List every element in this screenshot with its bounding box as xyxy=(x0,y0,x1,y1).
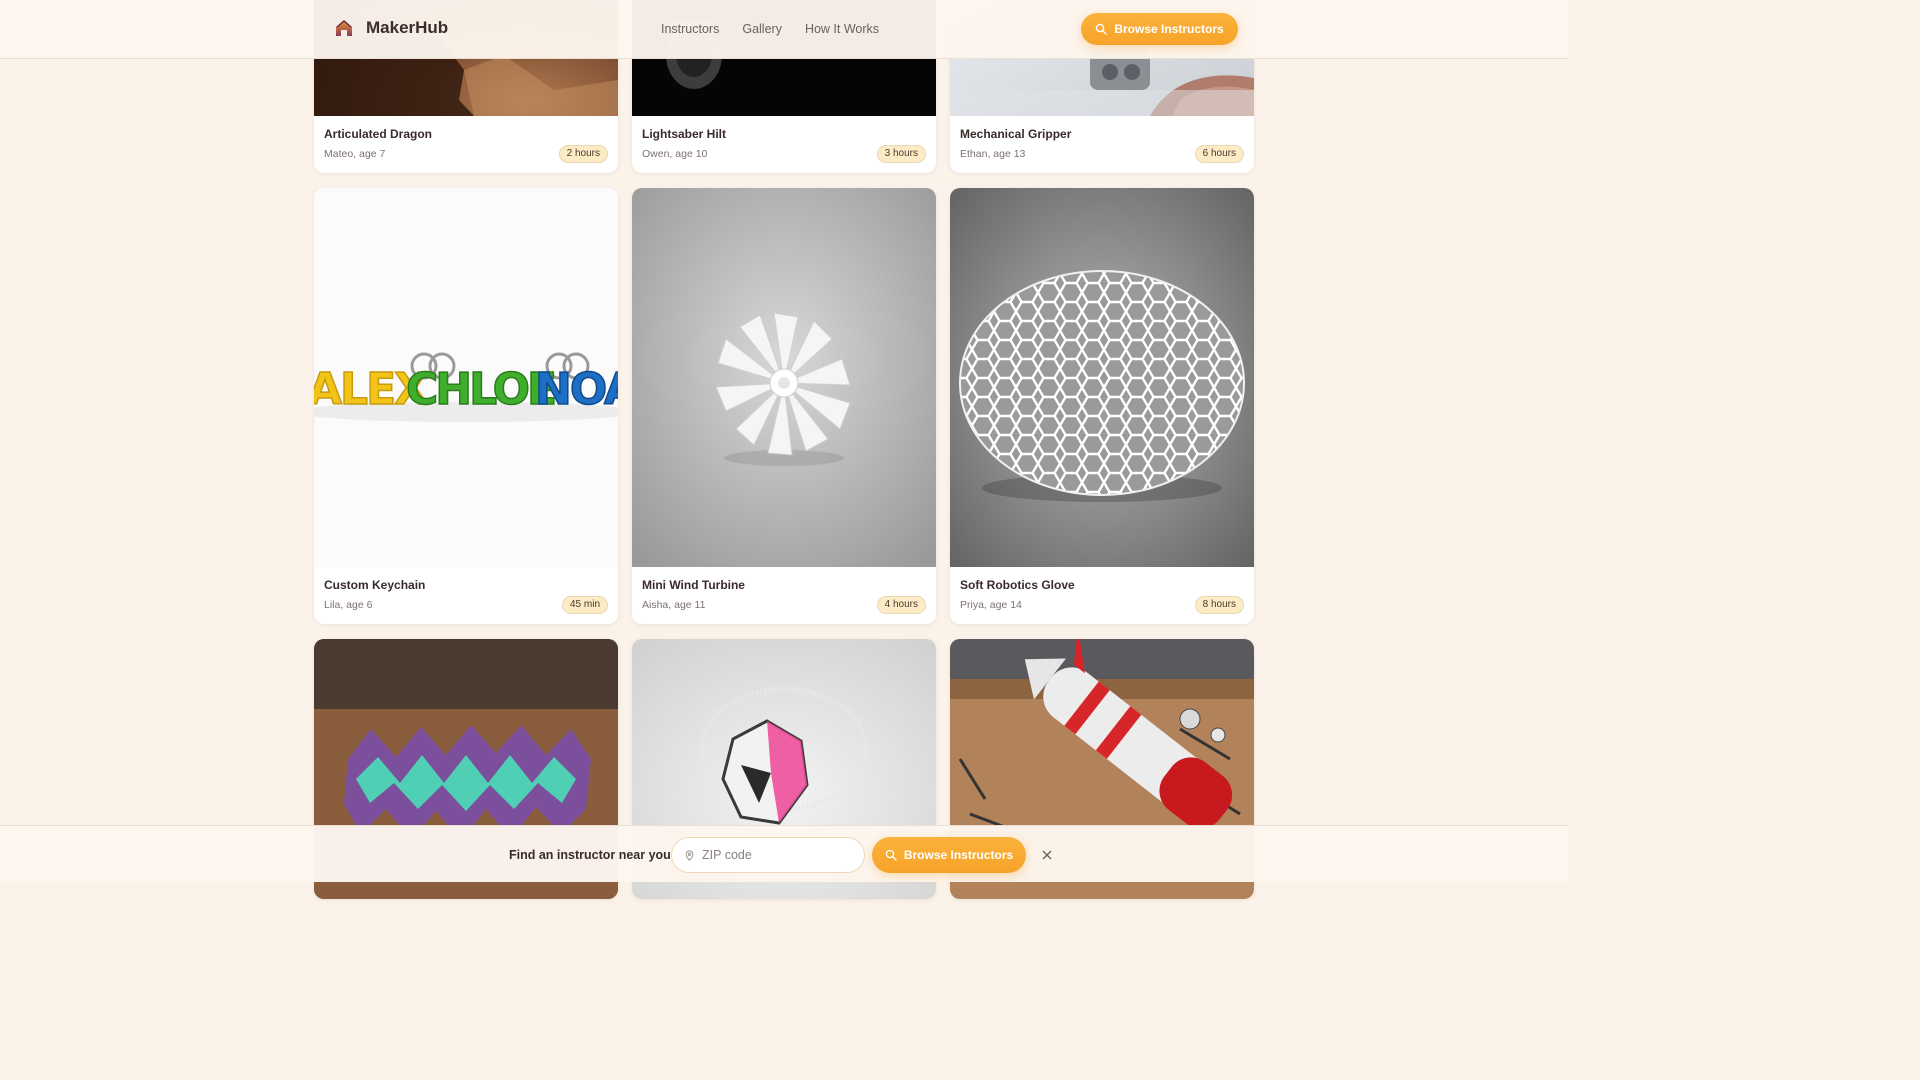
search-icon xyxy=(1096,23,1108,35)
find-instructor-bar: Find an instructor near you: Browse Inst… xyxy=(0,825,1568,882)
project-gallery: Articulated Dragon Mateo, age 7 2 hours … xyxy=(0,0,1568,899)
main-nav: Instructors Gallery How It Works xyxy=(661,22,902,36)
search-icon xyxy=(885,849,897,861)
gallery-card[interactable]: Soft Robotics Glove Priya, age 14 8 hour… xyxy=(950,188,1254,624)
project-image xyxy=(632,188,936,567)
project-image: ALEX CHLOE NOA xyxy=(314,188,618,567)
zip-field[interactable] xyxy=(671,837,865,873)
site-header: MakerHub Instructors Gallery How It Work… xyxy=(0,0,1568,59)
gallery-card[interactable]: Mini Wind Turbine Aisha, age 11 4 hours xyxy=(632,188,936,624)
nav-link-gallery[interactable]: Gallery xyxy=(742,22,782,36)
logo[interactable]: MakerHub xyxy=(334,18,448,38)
maker-name: Mateo, age 7 xyxy=(324,148,386,160)
duration-badge: 45 min xyxy=(561,596,608,614)
zip-input[interactable] xyxy=(702,848,852,862)
project-title: Articulated Dragon xyxy=(324,127,433,141)
maker-name: Ethan, age 13 xyxy=(960,148,1026,160)
project-title: Soft Robotics Glove xyxy=(960,578,1075,592)
brand-name: MakerHub xyxy=(366,18,449,37)
keychain-text-noa: NOA xyxy=(535,364,618,415)
browse-instructors-label: Browse Instructors xyxy=(1114,22,1224,36)
browse-instructors-bottom-button[interactable]: Browse Instructors xyxy=(872,837,1026,873)
duration-badge: 4 hours xyxy=(876,596,926,614)
duration-badge: 8 hours xyxy=(1194,596,1244,614)
browse-instructors-bottom-label: Browse Instructors xyxy=(903,848,1014,862)
find-instructor-label: Find an instructor near you: xyxy=(509,848,675,862)
maker-name: Lila, age 6 xyxy=(324,599,373,611)
project-title: Lightsaber Hilt xyxy=(642,127,727,141)
duration-badge: 6 hours xyxy=(1194,145,1244,163)
keychain-text-chloe: CHLOE xyxy=(406,364,554,415)
browse-instructors-button[interactable]: Browse Instructors xyxy=(1081,13,1238,45)
house-logo-icon xyxy=(334,18,354,38)
close-icon[interactable] xyxy=(1041,849,1053,861)
nav-link-how-it-works[interactable]: How It Works xyxy=(805,22,879,36)
project-title: Mechanical Gripper xyxy=(960,127,1072,141)
project-title: Mini Wind Turbine xyxy=(642,578,745,592)
duration-badge: 3 hours xyxy=(876,145,926,163)
nav-link-instructors[interactable]: Instructors xyxy=(661,22,719,36)
maker-name: Priya, age 14 xyxy=(960,599,1022,611)
maker-name: Aisha, age 11 xyxy=(642,599,706,611)
duration-badge: 2 hours xyxy=(558,145,608,163)
maker-name: Owen, age 10 xyxy=(642,148,708,160)
project-image xyxy=(950,188,1254,567)
location-pin-icon xyxy=(685,849,694,861)
project-title: Custom Keychain xyxy=(324,578,426,592)
gallery-card[interactable]: ALEX CHLOE NOA Custom Keychain Lila, age… xyxy=(314,188,618,624)
